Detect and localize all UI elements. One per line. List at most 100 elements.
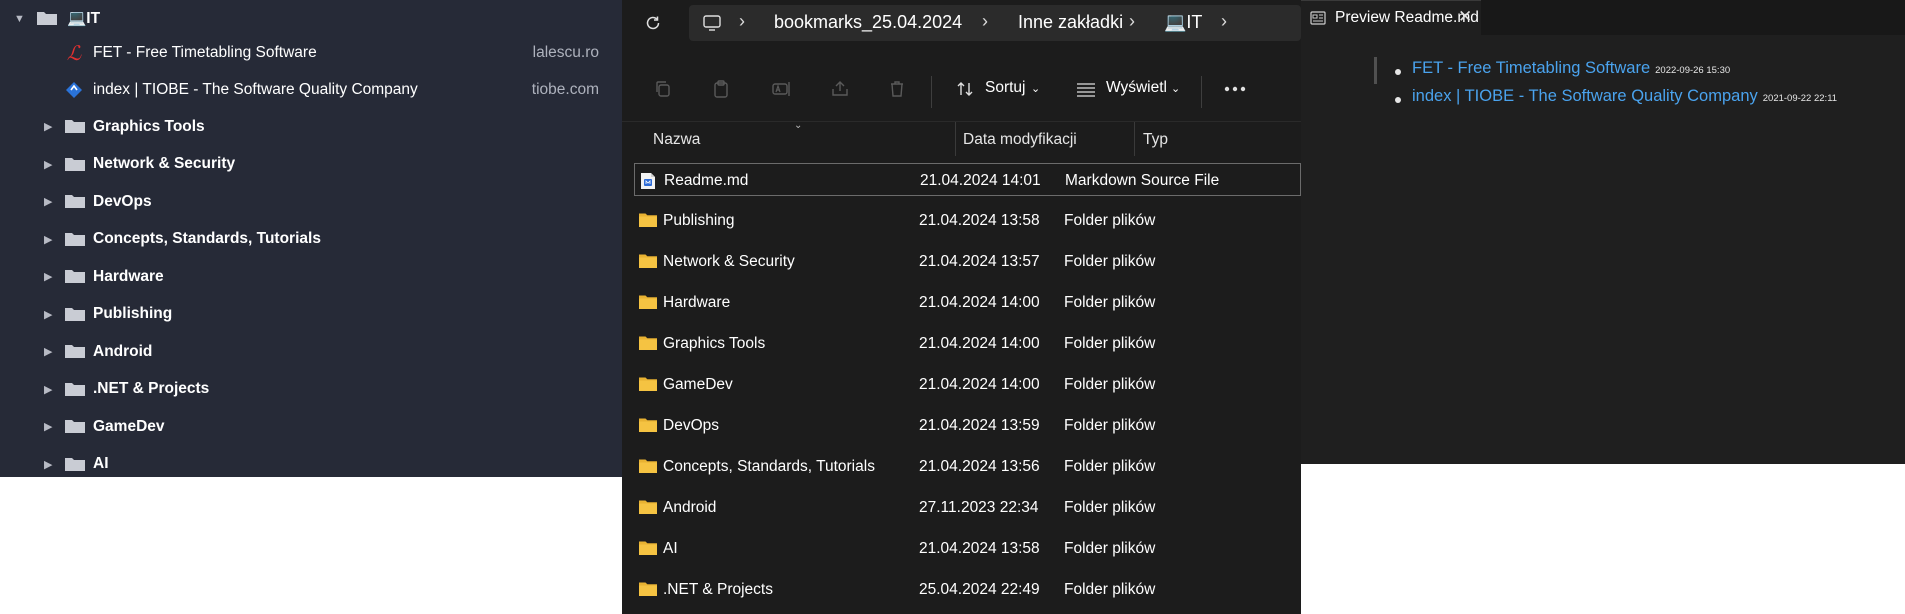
copy-icon[interactable] xyxy=(650,76,676,102)
column-divider[interactable] xyxy=(1134,122,1135,156)
file-name: Publishing xyxy=(663,212,735,229)
file-row[interactable]: Publishing 21.04.2024 13:58 Folder plików xyxy=(634,204,1301,237)
folder-icon xyxy=(639,295,657,309)
collapsed-arrow-icon[interactable]: ▶ xyxy=(44,270,52,283)
bookmark-folder-label: Hardware xyxy=(93,267,164,285)
chevron-down-icon[interactable]: ⌄ xyxy=(1171,82,1180,95)
view-button[interactable]: Wyświetl xyxy=(1106,79,1167,97)
file-row[interactable]: Network & Security 21.04.2024 13:57 Folder… xyxy=(634,245,1301,278)
collapsed-arrow-icon[interactable]: ▶ xyxy=(44,120,52,133)
more-options-icon[interactable] xyxy=(1222,76,1248,102)
file-row[interactable]: Graphics Tools 21.04.2024 14:00 Folder pli… xyxy=(634,327,1301,360)
file-row[interactable]: Readme.md 21.04.2024 14:01 Markdown Source… xyxy=(634,163,1301,196)
sort-button[interactable]: Sortuj xyxy=(985,79,1026,97)
column-header-name[interactable]: Nazwa xyxy=(653,131,700,149)
folder-icon xyxy=(639,459,657,473)
computer-icon[interactable] xyxy=(699,10,725,36)
chevron-right-icon[interactable]: › xyxy=(1129,11,1135,32)
expanded-arrow-icon[interactable]: ▼ xyxy=(14,13,25,25)
rename-icon[interactable] xyxy=(768,76,794,102)
bookmark-folder[interactable]: ▶ .NET & Projects xyxy=(0,371,622,408)
chevron-right-icon[interactable]: › xyxy=(739,11,745,32)
folder-icon xyxy=(65,420,85,433)
bookmark-folder[interactable]: ▶ DevOps xyxy=(0,183,622,220)
list-item: FET - Free Timetabling Software 2022-09-2… xyxy=(1412,59,1730,78)
collapsed-arrow-icon[interactable]: ▶ xyxy=(44,158,52,171)
file-date: 21.04.2024 13:59 xyxy=(919,417,1040,434)
bookmark-folder[interactable]: ▶ Graphics Tools xyxy=(0,108,622,145)
collapsed-arrow-icon[interactable]: ▶ xyxy=(44,233,52,246)
collapsed-arrow-icon[interactable]: ▶ xyxy=(44,420,52,433)
bookmark-link[interactable]: index | TIOBE - The Software Quality Com… xyxy=(1412,87,1758,105)
file-row[interactable]: AI 21.04.2024 13:58 Folder plików xyxy=(634,532,1301,565)
bookmark-folder[interactable]: ▶ Concepts, Standards, Tutorials xyxy=(0,221,622,258)
bookmark-folder[interactable]: ▶ Network & Security xyxy=(0,146,622,183)
view-icon[interactable] xyxy=(1073,76,1099,102)
file-name: Network & Security xyxy=(663,253,795,270)
chevron-right-icon[interactable]: › xyxy=(1221,11,1227,32)
file-date: 21.04.2024 13:56 xyxy=(919,458,1040,475)
breadcrumb-item[interactable]: bookmarks_25.04.2024 xyxy=(774,12,962,33)
collapsed-arrow-icon[interactable]: ▶ xyxy=(44,458,52,471)
bookmark-link[interactable]: index | TIOBE - The Software Quality Com… xyxy=(0,71,622,108)
tiobe-logo-icon xyxy=(64,80,84,100)
file-type: Folder plików xyxy=(1064,540,1156,557)
bookmark-folder-label: AI xyxy=(93,455,109,472)
refresh-icon[interactable] xyxy=(640,10,666,36)
file-row[interactable]: Concepts, Standards, Tutorials 21.04.2024… xyxy=(634,450,1301,483)
file-row[interactable]: .NET & Projects 25.04.2024 22:49 Folder pl… xyxy=(634,573,1301,606)
folder-icon xyxy=(65,345,85,358)
collapsed-arrow-icon[interactable]: ▶ xyxy=(44,383,52,396)
file-row[interactable]: Hardware 21.04.2024 14:00 Folder plików xyxy=(634,286,1301,319)
folder-icon xyxy=(639,213,657,227)
bookmark-folder[interactable]: ▶ Publishing xyxy=(0,296,622,333)
bookmark-folder-it[interactable]: ▼ 💻IT xyxy=(0,0,622,37)
bookmark-folder[interactable]: ▶ AI xyxy=(0,446,622,483)
file-type: Folder plików xyxy=(1064,499,1156,516)
list-bullet xyxy=(1395,69,1401,75)
folder-icon xyxy=(639,254,657,268)
folder-icon xyxy=(65,195,85,208)
close-icon[interactable]: ✕ xyxy=(1458,7,1472,27)
folder-icon xyxy=(65,457,85,471)
bookmark-folder-label: .NET & Projects xyxy=(93,380,210,397)
collapsed-arrow-icon[interactable]: ▶ xyxy=(44,308,52,321)
column-header-type[interactable]: Typ xyxy=(1143,131,1168,149)
file-row[interactable]: GameDev 21.04.2024 14:00 Folder plików xyxy=(634,368,1301,401)
file-name: Hardware xyxy=(663,294,731,311)
delete-icon[interactable] xyxy=(884,76,910,102)
chevron-right-icon[interactable]: › xyxy=(982,11,988,32)
paste-icon[interactable] xyxy=(708,76,734,102)
file-type: Folder plików xyxy=(1064,417,1156,434)
bookmark-folder[interactable]: ▶ GameDev xyxy=(0,408,622,445)
bookmark-folder-label: GameDev xyxy=(93,417,165,435)
file-row[interactable]: DevOps 21.04.2024 13:59 Folder plików xyxy=(634,409,1301,442)
tab-preview-readme[interactable]: Preview Readme.md ✕ xyxy=(1301,0,1481,35)
collapsed-arrow-icon[interactable]: ▶ xyxy=(44,195,52,208)
bookmark-folder[interactable]: ▶ Android xyxy=(0,333,622,370)
column-divider[interactable] xyxy=(955,122,956,156)
breadcrumb-item[interactable]: 💻IT xyxy=(1164,12,1202,33)
folder-icon xyxy=(65,270,85,283)
quote-bar xyxy=(1374,57,1377,84)
collapsed-arrow-icon[interactable]: ▶ xyxy=(44,345,52,358)
chevron-down-icon[interactable]: ⌄ xyxy=(1031,82,1040,95)
column-header-date[interactable]: Data modyfikacji xyxy=(963,131,1077,149)
bookmark-link[interactable]: ℒ FET - Free Timetabling Software lalesc… xyxy=(0,34,622,71)
bookmark-folder-label: 💻IT xyxy=(67,10,101,27)
file-row[interactable]: Android 27.11.2023 22:34 Folder plików xyxy=(634,491,1301,524)
bookmark-folder[interactable]: ▶ Hardware xyxy=(0,258,622,295)
breadcrumb-item[interactable]: Inne zakładki xyxy=(1018,12,1123,33)
preview-icon xyxy=(1310,11,1326,30)
folder-icon xyxy=(639,418,657,432)
breadcrumb[interactable]: › bookmarks_25.04.2024 › Inne zakładki ›… xyxy=(689,5,1301,41)
file-name: DevOps xyxy=(663,417,719,434)
bookmark-link[interactable]: FET - Free Timetabling Software xyxy=(1412,59,1650,77)
file-name: Android xyxy=(663,499,717,516)
share-icon[interactable] xyxy=(827,76,853,102)
timestamp: 2022-09-26 15:30 xyxy=(1655,65,1731,76)
sort-icon[interactable] xyxy=(952,76,978,102)
list-bullet xyxy=(1395,97,1401,103)
toolbar-divider xyxy=(1201,76,1202,108)
file-type: Folder plików xyxy=(1064,581,1156,598)
